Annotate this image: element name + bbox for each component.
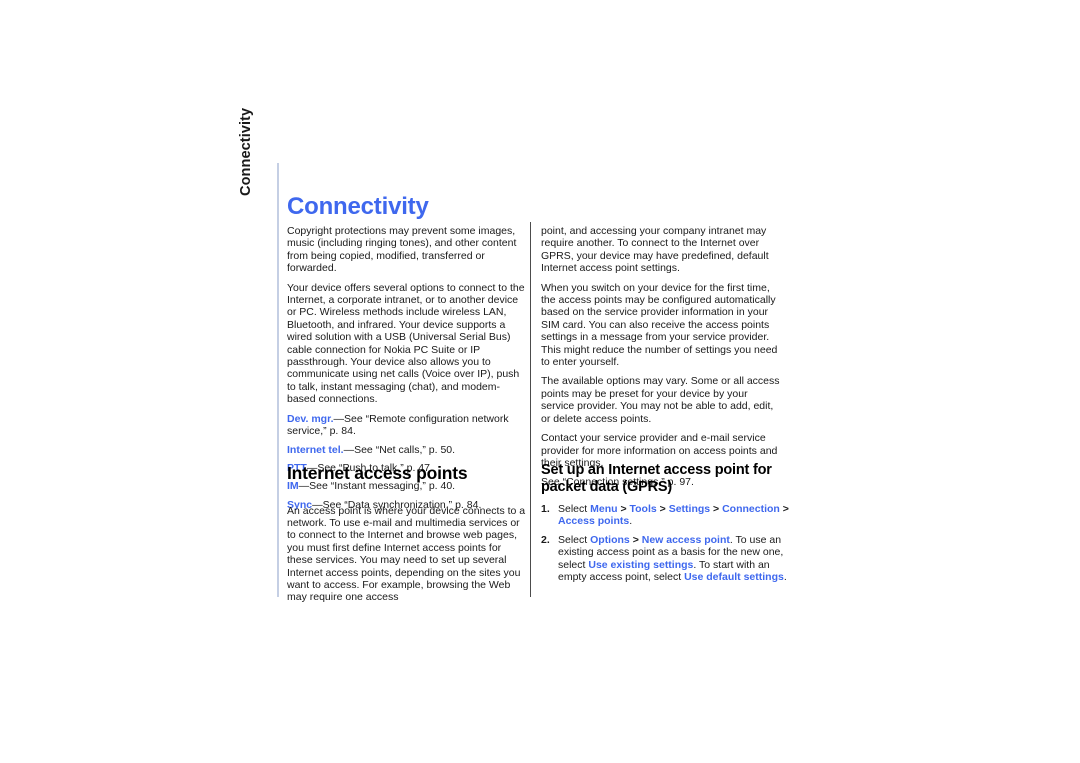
step-trail: . xyxy=(629,515,633,528)
list-item: Dev. mgr.—See “Remote configuration netw… xyxy=(287,413,525,438)
paragraph: An access point is where your device con… xyxy=(287,504,526,604)
reference-term: Internet tel. xyxy=(287,443,344,456)
document-page: Connectivity Connectivity Copyright prot… xyxy=(0,0,1080,763)
menu-term-use-existing-settings: Use existing settings xyxy=(588,558,694,571)
menu-separator: > xyxy=(617,503,630,515)
paragraph: Copyright protections may prevent some i… xyxy=(287,225,517,275)
menu-separator: > xyxy=(629,533,642,546)
paragraph: Your device offers several options to co… xyxy=(287,281,525,406)
menu-term-tools: Tools xyxy=(629,503,657,515)
reference-term: Dev. mgr. xyxy=(287,412,334,425)
menu-term-use-default-settings: Use default settings xyxy=(684,571,784,584)
menu-term-connection: Connection xyxy=(722,503,780,515)
menu-term-access-points: Access points xyxy=(558,515,630,528)
step-trail: . xyxy=(783,571,787,584)
right-section-heading-wrap: Set up an Internet access point for pack… xyxy=(541,462,789,504)
menu-term-options: Options xyxy=(590,533,630,546)
step-lead: Select xyxy=(558,503,591,515)
paragraph: point, and accessing your company intran… xyxy=(541,225,769,275)
menu-path: Menu > Tools > Settings > Connection > A… xyxy=(558,503,789,527)
menu-term-new-access-point: New access point xyxy=(641,533,730,546)
left-section-heading-wrap: Internet access points xyxy=(287,464,527,491)
column-divider-rule xyxy=(530,222,531,597)
section-heading: Set up an Internet access point for pack… xyxy=(541,462,772,495)
menu-term-menu: Menu xyxy=(590,503,618,515)
list-item: Internet tel.—See “Net calls,” p. 50. xyxy=(287,444,525,456)
right-column: point, and accessing your company intran… xyxy=(541,225,781,496)
step-lead: Select xyxy=(558,533,591,546)
list-item: 2. Select Options > New access point. To … xyxy=(541,534,789,584)
menu-separator: > xyxy=(656,503,669,515)
paragraph: The available options may vary. Some or … xyxy=(541,375,780,425)
chapter-edge-rule xyxy=(277,163,279,597)
menu-term-settings: Settings xyxy=(668,503,711,515)
chapter-tab-label: Connectivity xyxy=(238,107,254,196)
step-number: 2. xyxy=(541,533,550,546)
reference-text: —See “Net calls,” p. 50. xyxy=(343,443,456,456)
page-title: Connectivity xyxy=(287,193,429,221)
menu-separator: > xyxy=(779,503,789,515)
step-number: 1. xyxy=(541,503,550,515)
menu-separator: > xyxy=(710,503,723,515)
procedure-steps: 1. Select Menu > Tools > Settings > Conne… xyxy=(541,503,789,589)
list-item: 1. Select Menu > Tools > Settings > Conne… xyxy=(541,503,789,528)
left-section-body: An access point is where your device con… xyxy=(287,494,527,614)
paragraph: When you switch on your device for the f… xyxy=(541,281,778,369)
section-heading: Internet access points xyxy=(287,463,468,483)
